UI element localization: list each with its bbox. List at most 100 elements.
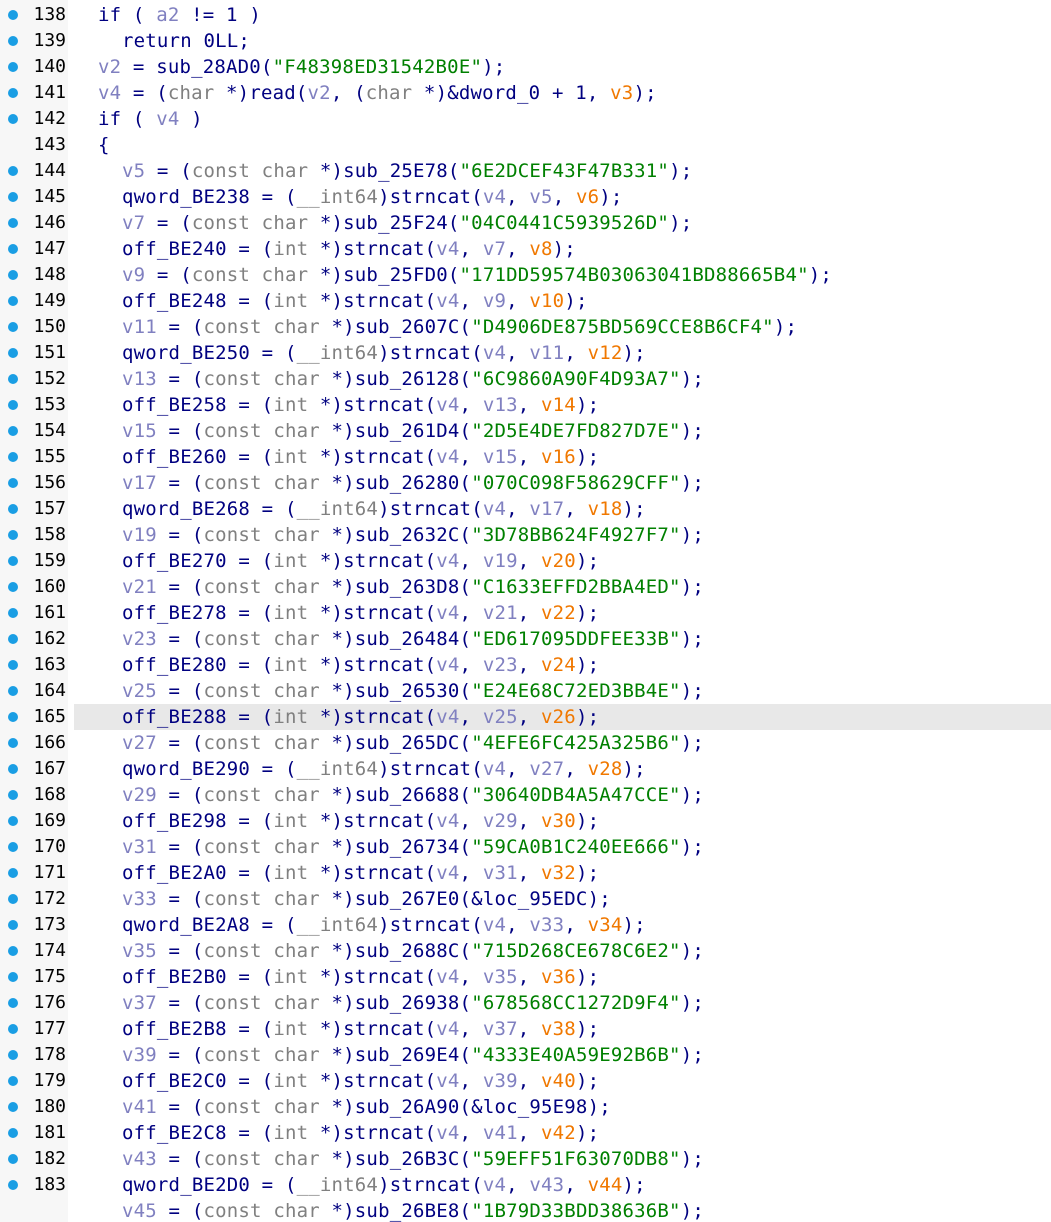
code-text[interactable]: if ( v4 ): [74, 106, 1051, 132]
breakpoint-dot-icon[interactable]: [8, 1050, 18, 1060]
breakpoint-dot-icon[interactable]: [8, 270, 18, 280]
code-line[interactable]: 170 v31 = (const char *)sub_26734("59CA0B…: [0, 834, 1051, 860]
breakpoint-dot-icon[interactable]: [8, 296, 18, 306]
code-text[interactable]: if ( a2 != 1 ): [74, 2, 1051, 28]
code-line[interactable]: 177 off_BE2B8 = (int *)strncat(v4, v37, v…: [0, 1016, 1051, 1042]
code-line[interactable]: 141 v4 = (char *)read(v2, (char *)&dword_…: [0, 80, 1051, 106]
code-line[interactable]: 165 off_BE288 = (int *)strncat(v4, v25, v…: [0, 704, 1051, 730]
code-text[interactable]: v17 = (const char *)sub_26280("070C098F5…: [74, 470, 1051, 496]
code-line[interactable]: 179 off_BE2C0 = (int *)strncat(v4, v39, v…: [0, 1068, 1051, 1094]
breakpoint-dot-icon[interactable]: [8, 1180, 18, 1190]
code-line[interactable]: 155 off_BE260 = (int *)strncat(v4, v15, v…: [0, 444, 1051, 470]
breakpoint-dot-icon[interactable]: [8, 1128, 18, 1138]
breakpoint-dot-icon[interactable]: [8, 946, 18, 956]
breakpoint-dot-icon[interactable]: [8, 452, 18, 462]
code-text[interactable]: v19 = (const char *)sub_2632C("3D78BB624…: [74, 522, 1051, 548]
code-line[interactable]: 149 off_BE248 = (int *)strncat(v4, v9, v1…: [0, 288, 1051, 314]
code-text[interactable]: return 0LL;: [74, 28, 1051, 54]
breakpoint-dot-icon[interactable]: [8, 998, 18, 1008]
code-line[interactable]: 169 off_BE298 = (int *)strncat(v4, v29, v…: [0, 808, 1051, 834]
code-line[interactable]: 163 off_BE280 = (int *)strncat(v4, v23, v…: [0, 652, 1051, 678]
code-text[interactable]: v33 = (const char *)sub_267E0(&loc_95EDC…: [74, 886, 1051, 912]
code-text[interactable]: qword_BE250 = (__int64)strncat(v4, v11, …: [74, 340, 1051, 366]
code-text[interactable]: off_BE2B8 = (int *)strncat(v4, v37, v38)…: [74, 1016, 1051, 1042]
code-line[interactable]: 145 qword_BE238 = (__int64)strncat(v4, v5…: [0, 184, 1051, 210]
code-line[interactable]: 138 if ( a2 != 1 ): [0, 2, 1051, 28]
code-line[interactable]: 166 v27 = (const char *)sub_265DC("4EFE6F…: [0, 730, 1051, 756]
code-line[interactable]: 181 off_BE2C8 = (int *)strncat(v4, v41, v…: [0, 1120, 1051, 1146]
code-text[interactable]: v13 = (const char *)sub_26128("6C9860A90…: [74, 366, 1051, 392]
breakpoint-dot-icon[interactable]: [8, 478, 18, 488]
code-line[interactable]: 168 v29 = (const char *)sub_26688("30640D…: [0, 782, 1051, 808]
code-line[interactable]: 143 {: [0, 132, 1051, 158]
breakpoint-dot-icon[interactable]: [8, 1024, 18, 1034]
code-text[interactable]: v21 = (const char *)sub_263D8("C1633EFFD…: [74, 574, 1051, 600]
code-text[interactable]: qword_BE238 = (__int64)strncat(v4, v5, v…: [74, 184, 1051, 210]
breakpoint-dot-icon[interactable]: [8, 374, 18, 384]
breakpoint-dot-icon[interactable]: [8, 556, 18, 566]
code-text[interactable]: off_BE298 = (int *)strncat(v4, v29, v30)…: [74, 808, 1051, 834]
code-text[interactable]: v39 = (const char *)sub_269E4("4333E40A5…: [74, 1042, 1051, 1068]
code-line[interactable]: 172 v33 = (const char *)sub_267E0(&loc_95…: [0, 886, 1051, 912]
code-line[interactable]: 176 v37 = (const char *)sub_26938("678568…: [0, 990, 1051, 1016]
code-text[interactable]: off_BE2A0 = (int *)strncat(v4, v31, v32)…: [74, 860, 1051, 886]
code-line[interactable]: 144 v5 = (const char *)sub_25E78("6E2DCEF…: [0, 158, 1051, 184]
breakpoint-dot-icon[interactable]: [8, 504, 18, 514]
code-line[interactable]: 167 qword_BE290 = (__int64)strncat(v4, v2…: [0, 756, 1051, 782]
breakpoint-dot-icon[interactable]: [8, 88, 18, 98]
code-text[interactable]: {: [74, 132, 1051, 158]
breakpoint-dot-icon[interactable]: [8, 1102, 18, 1112]
code-line[interactable]: 157 qword_BE268 = (__int64)strncat(v4, v1…: [0, 496, 1051, 522]
breakpoint-dot-icon[interactable]: [8, 894, 18, 904]
code-line[interactable]: 161 off_BE278 = (int *)strncat(v4, v21, v…: [0, 600, 1051, 626]
code-text[interactable]: v41 = (const char *)sub_26A90(&loc_95E98…: [74, 1094, 1051, 1120]
breakpoint-dot-icon[interactable]: [8, 920, 18, 930]
code-text[interactable]: qword_BE2D0 = (__int64)strncat(v4, v43, …: [74, 1172, 1051, 1198]
code-line[interactable]: 173 qword_BE2A8 = (__int64)strncat(v4, v3…: [0, 912, 1051, 938]
breakpoint-dot-icon[interactable]: [8, 114, 18, 124]
code-text[interactable]: v27 = (const char *)sub_265DC("4EFE6FC42…: [74, 730, 1051, 756]
code-line[interactable]: 147 off_BE240 = (int *)strncat(v4, v7, v8…: [0, 236, 1051, 262]
code-text[interactable]: off_BE260 = (int *)strncat(v4, v15, v16)…: [74, 444, 1051, 470]
code-text[interactable]: off_BE2B0 = (int *)strncat(v4, v35, v36)…: [74, 964, 1051, 990]
code-text[interactable]: v25 = (const char *)sub_26530("E24E68C72…: [74, 678, 1051, 704]
breakpoint-dot-icon[interactable]: [8, 764, 18, 774]
code-text[interactable]: v43 = (const char *)sub_26B3C("59EFF51F6…: [74, 1146, 1051, 1172]
code-line[interactable]: 164 v25 = (const char *)sub_26530("E24E68…: [0, 678, 1051, 704]
code-line[interactable]: 151 qword_BE250 = (__int64)strncat(v4, v1…: [0, 340, 1051, 366]
pseudocode-view[interactable]: 138 if ( a2 != 1 ) 139 return 0LL; 140 v2 = s…: [0, 0, 1051, 1222]
breakpoint-dot-icon[interactable]: [8, 426, 18, 436]
breakpoint-dot-icon[interactable]: [8, 842, 18, 852]
code-text[interactable]: v35 = (const char *)sub_2688C("715D268CE…: [74, 938, 1051, 964]
code-line[interactable]: 146 v7 = (const char *)sub_25F24("04C0441…: [0, 210, 1051, 236]
breakpoint-dot-icon[interactable]: [8, 738, 18, 748]
breakpoint-dot-icon[interactable]: [8, 530, 18, 540]
code-line[interactable]: 150 v11 = (const char *)sub_2607C("D4906D…: [0, 314, 1051, 340]
breakpoint-dot-icon[interactable]: [8, 972, 18, 982]
code-line[interactable]: 178 v39 = (const char *)sub_269E4("4333E4…: [0, 1042, 1051, 1068]
code-text[interactable]: off_BE2C0 = (int *)strncat(v4, v39, v40)…: [74, 1068, 1051, 1094]
code-text[interactable]: v15 = (const char *)sub_261D4("2D5E4DE7F…: [74, 418, 1051, 444]
code-text[interactable]: v37 = (const char *)sub_26938("678568CC1…: [74, 990, 1051, 1016]
code-line[interactable]: 159 off_BE270 = (int *)strncat(v4, v19, v…: [0, 548, 1051, 574]
code-line[interactable]: 154 v15 = (const char *)sub_261D4("2D5E4D…: [0, 418, 1051, 444]
code-text[interactable]: off_BE280 = (int *)strncat(v4, v23, v24)…: [74, 652, 1051, 678]
code-text[interactable]: qword_BE268 = (__int64)strncat(v4, v17, …: [74, 496, 1051, 522]
code-line[interactable]: 183 qword_BE2D0 = (__int64)strncat(v4, v4…: [0, 1172, 1051, 1198]
code-line[interactable]: 158 v19 = (const char *)sub_2632C("3D78BB…: [0, 522, 1051, 548]
breakpoint-dot-icon[interactable]: [8, 400, 18, 410]
code-text[interactable]: off_BE270 = (int *)strncat(v4, v19, v20)…: [74, 548, 1051, 574]
code-line[interactable]: 152 v13 = (const char *)sub_26128("6C9860…: [0, 366, 1051, 392]
code-text[interactable]: v2 = sub_28AD0("F48398ED31542B0E");: [74, 54, 1051, 80]
code-line[interactable]: v45 = (const char *)sub_26BE8("1B79D33BD…: [0, 1198, 1051, 1222]
code-line[interactable]: 140 v2 = sub_28AD0("F48398ED31542B0E");: [0, 54, 1051, 80]
breakpoint-dot-icon[interactable]: [8, 660, 18, 670]
code-text[interactable]: off_BE278 = (int *)strncat(v4, v21, v22)…: [74, 600, 1051, 626]
breakpoint-dot-icon[interactable]: [8, 36, 18, 46]
code-text[interactable]: v7 = (const char *)sub_25F24("04C0441C59…: [74, 210, 1051, 236]
breakpoint-dot-icon[interactable]: [8, 1076, 18, 1086]
code-text[interactable]: off_BE2C8 = (int *)strncat(v4, v41, v42)…: [74, 1120, 1051, 1146]
breakpoint-dot-icon[interactable]: [8, 218, 18, 228]
breakpoint-dot-icon[interactable]: [8, 712, 18, 722]
code-text[interactable]: v23 = (const char *)sub_26484("ED617095D…: [74, 626, 1051, 652]
